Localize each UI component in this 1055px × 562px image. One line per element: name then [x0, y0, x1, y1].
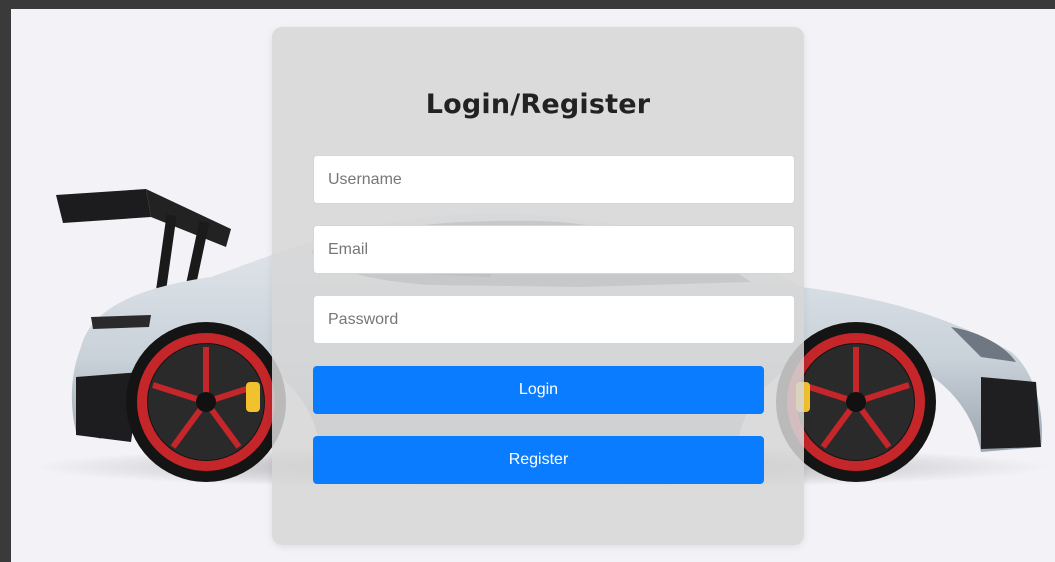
- login-card: Login/Register Login Register: [272, 27, 804, 545]
- login-button[interactable]: Login: [313, 366, 764, 414]
- register-button[interactable]: Register: [313, 436, 764, 484]
- page-viewport: Login/Register Login Register: [11, 9, 1055, 562]
- username-input[interactable]: [313, 155, 795, 204]
- email-input[interactable]: [313, 225, 795, 274]
- page-title: Login/Register: [425, 89, 651, 120]
- password-input[interactable]: [313, 295, 795, 344]
